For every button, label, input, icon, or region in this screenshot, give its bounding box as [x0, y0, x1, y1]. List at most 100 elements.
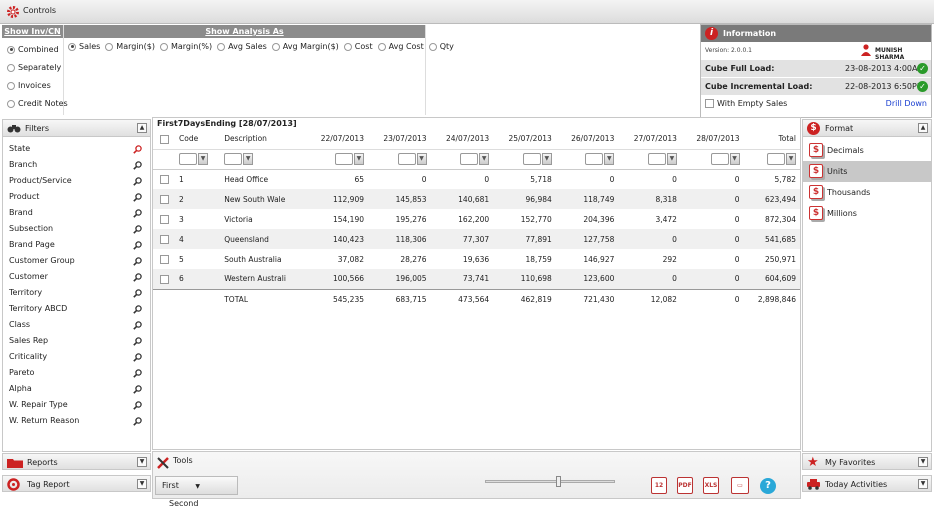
table-row[interactable]: 1 Head Office 65 0 0 5,718 0 0 0 5,782 [153, 169, 800, 189]
row-checkbox[interactable] [159, 234, 169, 244]
radio-button[interactable] [343, 42, 352, 51]
analysis-option[interactable]: Margin(%) [159, 42, 212, 51]
expand-reports-button[interactable]: ▼ [137, 457, 147, 467]
filter-item[interactable]: Criticality [3, 349, 150, 365]
zoom-slider[interactable] [485, 476, 615, 487]
analysis-option[interactable]: Cost [343, 42, 373, 51]
filter-item[interactable]: Territory ABCD [3, 301, 150, 317]
row-checkbox[interactable] [159, 194, 169, 204]
filter-item[interactable]: State [3, 141, 150, 157]
analysis-option[interactable]: Avg Cost [377, 42, 424, 51]
filter-item[interactable]: Subsection [3, 221, 150, 237]
tag-report-header[interactable]: Tag Report ▼ [2, 475, 151, 492]
analysis-option[interactable]: Avg Margin($) [271, 42, 339, 51]
search-icon[interactable] [133, 160, 142, 170]
search-icon[interactable] [133, 384, 142, 394]
calendar-icon[interactable]: 12 [651, 477, 667, 494]
table-row[interactable]: 4 Queensland 140,423 118,306 77,307 77,891 127… [153, 229, 800, 249]
help-icon[interactable]: ? [760, 478, 776, 494]
first-second-selector[interactable]: First ▼ Second [155, 476, 238, 508]
collapse-filters-button[interactable]: ▲ [137, 123, 147, 133]
today-activities-header[interactable]: Today Activities ▼ [802, 475, 932, 492]
dropdown-arrow-icon[interactable]: ▼ [195, 483, 200, 490]
search-icon[interactable] [133, 400, 142, 410]
column-header[interactable]: Total [744, 129, 800, 149]
radio-button[interactable] [68, 42, 76, 51]
filter-item[interactable]: Territory [3, 285, 150, 301]
search-icon[interactable] [133, 352, 142, 362]
filter-input[interactable] [224, 153, 243, 165]
search-icon[interactable] [133, 240, 142, 250]
column-header[interactable]: 22/07/2013 [305, 129, 368, 149]
filter-item[interactable]: W. Return Reason [3, 413, 150, 429]
radio-button[interactable] [159, 42, 168, 51]
search-icon[interactable] [133, 208, 142, 218]
first-option[interactable]: First [162, 481, 179, 490]
search-icon[interactable] [133, 176, 142, 186]
filter-item[interactable]: Pareto [3, 365, 150, 381]
expand-favorites-button[interactable]: ▼ [918, 457, 928, 467]
select-all-checkbox[interactable] [159, 134, 169, 144]
search-icon[interactable] [133, 320, 142, 330]
filter-input[interactable] [460, 153, 479, 165]
filter-item[interactable]: Customer Group [3, 253, 150, 269]
column-header[interactable]: 25/07/2013 [493, 129, 556, 149]
column-header[interactable]: 26/07/2013 [556, 129, 619, 149]
column-header[interactable]: Description [220, 129, 305, 149]
row-checkbox[interactable] [159, 175, 169, 184]
expand-today-button[interactable]: ▼ [918, 479, 928, 489]
format-option[interactable]: $ Units [803, 161, 931, 182]
radio-button[interactable] [217, 42, 226, 51]
search-icon[interactable] [133, 288, 142, 298]
search-icon[interactable] [133, 192, 142, 202]
filter-icon[interactable]: ▼ [604, 153, 615, 165]
analysis-option[interactable]: Margin($) [105, 42, 155, 51]
drill-down-link[interactable]: Drill Down [886, 99, 927, 108]
filter-icon[interactable]: ▼ [243, 153, 254, 165]
filter-item[interactable]: Branch [3, 157, 150, 173]
print-icon[interactable]: ▭ [731, 477, 749, 494]
analysis-option[interactable]: Qty [428, 42, 454, 51]
radio-button[interactable] [377, 42, 386, 51]
filter-icon[interactable]: ▼ [666, 153, 677, 165]
column-header[interactable]: 28/07/2013 [681, 129, 744, 149]
filter-icon[interactable]: ▼ [479, 153, 490, 165]
inv-cn-option[interactable]: Separately [2, 59, 63, 77]
analysis-option[interactable]: Avg Sales [217, 42, 267, 51]
row-checkbox[interactable] [159, 214, 169, 224]
radio-button[interactable] [105, 42, 114, 51]
filter-icon[interactable]: ▼ [729, 153, 740, 165]
filter-item[interactable]: Sales Rep [3, 333, 150, 349]
excel-icon[interactable]: XLS [703, 477, 719, 494]
radio-button[interactable] [7, 45, 15, 54]
expand-tag-report-button[interactable]: ▼ [137, 479, 147, 489]
table-row[interactable]: 3 Victoria 154,190 195,276 162,200 152,770 204… [153, 209, 800, 229]
search-icon[interactable] [133, 336, 142, 346]
inv-cn-option[interactable]: Combined [2, 41, 63, 59]
radio-button[interactable] [7, 99, 15, 108]
filter-input[interactable] [710, 153, 729, 165]
table-row[interactable]: 5 South Australia 37,082 28,276 19,636 18,759… [153, 249, 800, 269]
reports-header[interactable]: Reports ▼ [2, 453, 151, 470]
table-row[interactable]: 2 New South Wale 112,909 145,853 140,681 96,9… [153, 189, 800, 209]
collapse-format-button[interactable]: ▲ [918, 123, 928, 133]
format-option[interactable]: $ Millions [803, 203, 931, 224]
filter-icon[interactable]: ▼ [416, 153, 427, 165]
filter-input[interactable] [767, 153, 785, 165]
favorites-header[interactable]: ★ My Favorites ▼ [802, 453, 932, 470]
filter-item[interactable]: Customer [3, 269, 150, 285]
search-icon[interactable] [133, 416, 142, 426]
search-icon[interactable] [133, 272, 142, 282]
column-header[interactable]: 27/07/2013 [618, 129, 681, 149]
search-icon[interactable] [133, 368, 142, 378]
inv-cn-option[interactable]: Credit Notes [2, 95, 68, 113]
column-header[interactable]: Code [175, 129, 220, 149]
filter-icon[interactable]: ▼ [198, 153, 208, 165]
filter-input[interactable] [585, 153, 604, 165]
column-header[interactable]: 24/07/2013 [431, 129, 494, 149]
filter-item[interactable]: Product/Service [3, 173, 150, 189]
filter-item[interactable]: Brand Page [3, 237, 150, 253]
row-checkbox[interactable] [159, 274, 169, 284]
slider-thumb[interactable] [556, 476, 562, 487]
format-option[interactable]: $ Thousands [803, 182, 931, 203]
